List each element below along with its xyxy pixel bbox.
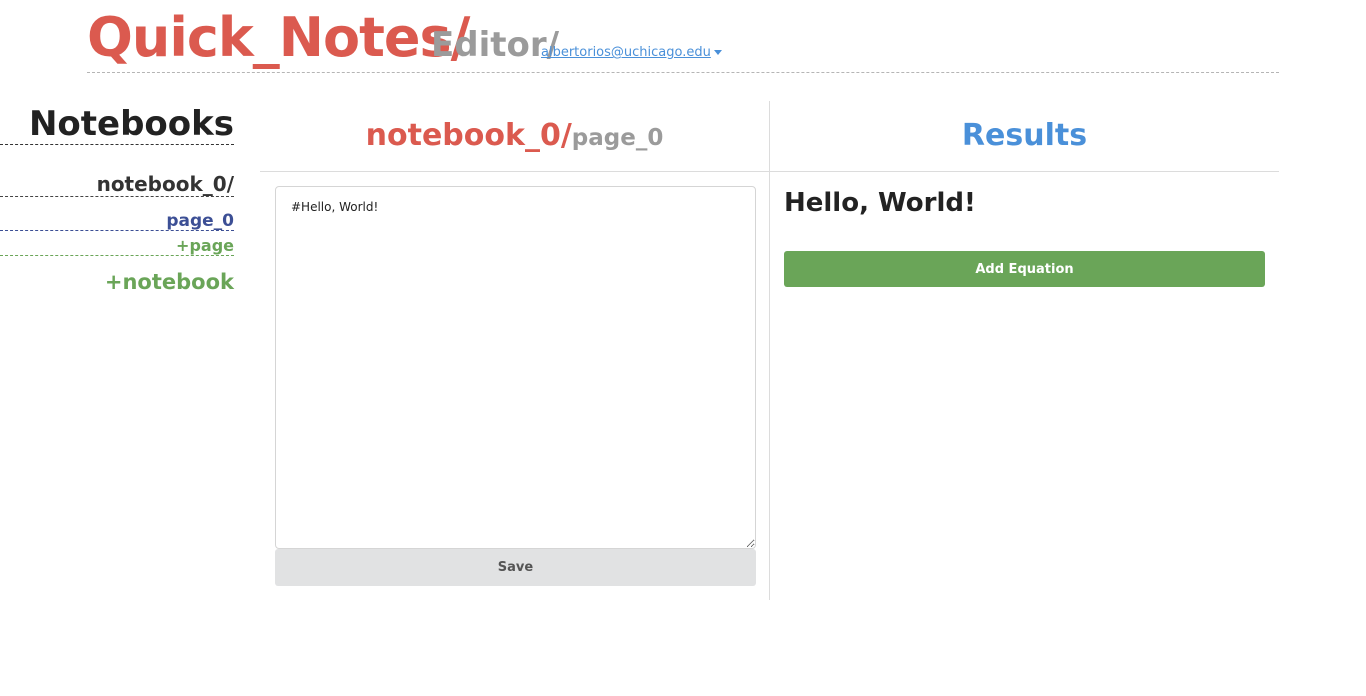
note-editor-textarea[interactable]: #Hello, World! [275, 186, 756, 549]
sidebar-title: Notebooks [0, 104, 234, 145]
editor-breadcrumb: notebook_0/page_0 [260, 114, 769, 162]
app-brand[interactable]: Quick_Notes/ [87, 6, 470, 70]
add-equation-button[interactable]: Add Equation [784, 251, 1265, 287]
column-divider [769, 101, 770, 600]
editor-page-crumb: page_0 [571, 125, 664, 151]
caret-down-icon [713, 50, 722, 55]
rendered-heading: Hello, World! [784, 188, 976, 218]
quick-notes-editor-page: Quick_Notes/ Editor/ albertorios@uchicag… [0, 0, 1366, 696]
app-header: Quick_Notes/ Editor/ albertorios@uchicag… [87, 6, 1279, 73]
sidebar-page-item[interactable]: page_0 [0, 210, 234, 231]
header-rule [260, 171, 1279, 172]
save-button[interactable]: Save [275, 549, 756, 586]
add-page-link[interactable]: +page [0, 236, 234, 256]
user-email: albertorios@uchicago.edu [541, 45, 711, 60]
sidebar-notebook-item[interactable]: notebook_0/ [0, 172, 234, 197]
editor-notebook-crumb[interactable]: notebook_0/ [366, 118, 572, 153]
user-menu-link[interactable]: albertorios@uchicago.edu [541, 45, 722, 61]
section-breadcrumb: Editor/ [431, 25, 560, 65]
results-title: Results [961, 118, 1088, 153]
add-notebook-link[interactable]: +notebook [0, 270, 234, 294]
